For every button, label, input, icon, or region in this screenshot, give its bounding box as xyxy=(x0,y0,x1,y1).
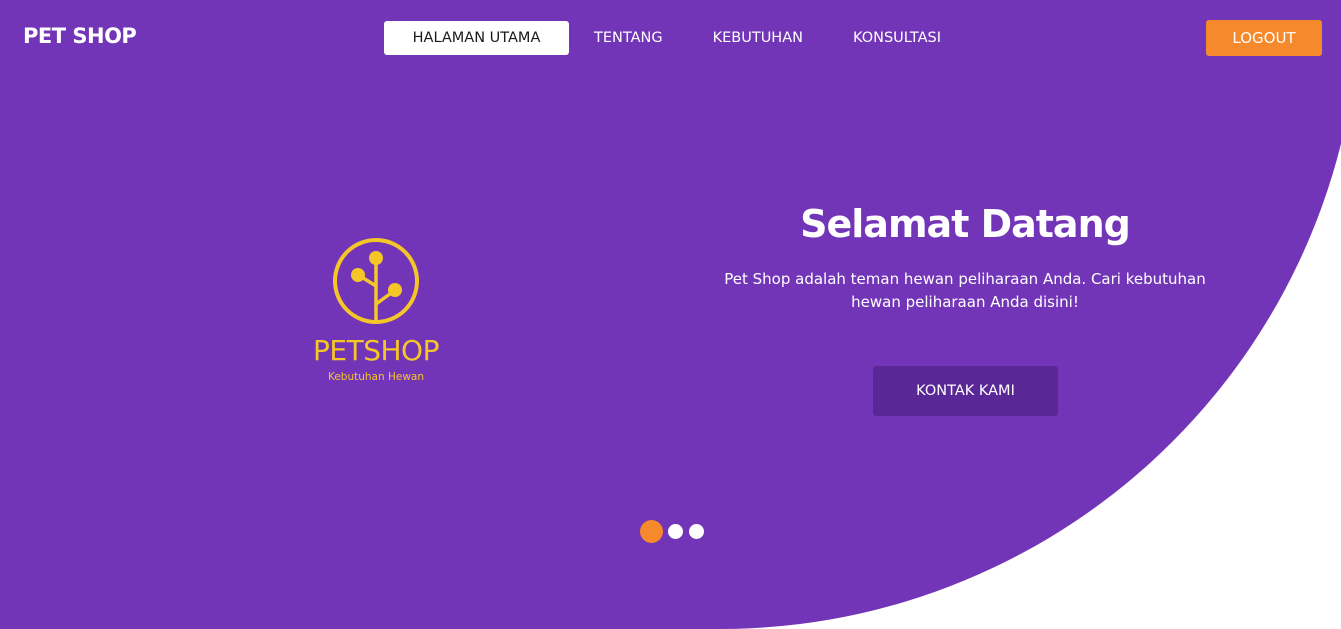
contact-us-button[interactable]: KONTAK KAMI xyxy=(873,366,1058,416)
hero-description: Pet Shop adalah teman hewan peliharaan A… xyxy=(724,270,1206,311)
logout-button[interactable]: LOGOUT xyxy=(1206,20,1322,56)
carousel-dot-1[interactable] xyxy=(640,520,663,543)
hero-section: PET SHOP HALAMAN UTAMA TENTANG KEBUTUHAN… xyxy=(0,0,1341,629)
brand-logo-text[interactable]: PET SHOP xyxy=(23,24,137,48)
nav-item-konsultasi[interactable]: KONSULTASI xyxy=(828,21,966,55)
petshop-logo: PETSHOP Kebutuhan Hewan xyxy=(296,236,456,384)
logo-tagline: Kebutuhan Hewan xyxy=(327,371,425,383)
carousel-dot-2[interactable] xyxy=(668,524,683,539)
carousel-indicators xyxy=(640,520,704,543)
tree-circle-icon xyxy=(333,238,419,324)
nav-item-tentang[interactable]: TENTANG xyxy=(569,21,688,55)
hero-title: Selamat Datang xyxy=(800,202,1131,246)
nav-item-kebutuhan[interactable]: KEBUTUHAN xyxy=(688,21,828,55)
carousel-dot-3[interactable] xyxy=(689,524,704,539)
logo-name: PETSHOP xyxy=(313,334,439,367)
main-nav: HALAMAN UTAMA TENTANG KEBUTUHAN KONSULTA… xyxy=(384,21,966,55)
nav-item-halaman-utama[interactable]: HALAMAN UTAMA xyxy=(384,21,569,55)
